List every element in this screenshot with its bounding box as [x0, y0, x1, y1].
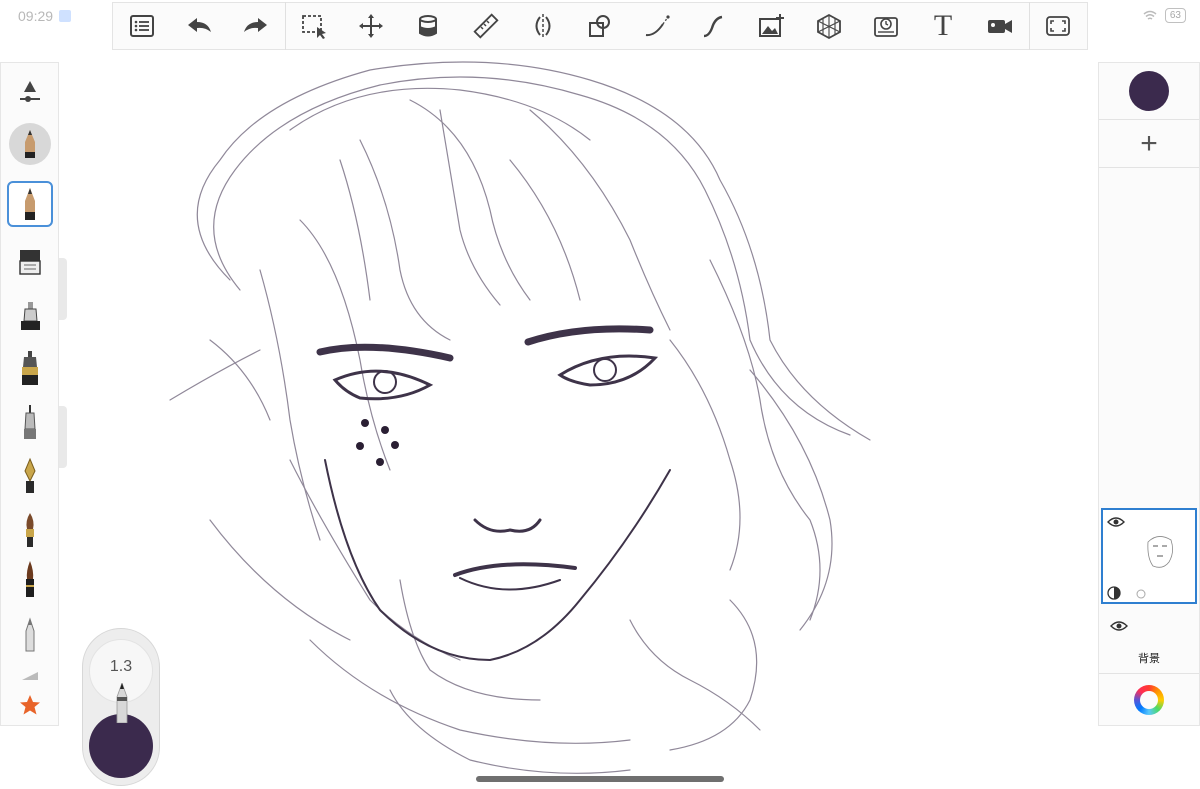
- status-bar-left: 09:29: [18, 8, 72, 24]
- perspective-grid-icon: [816, 13, 841, 40]
- divider: [1099, 673, 1199, 674]
- curve-icon: [645, 15, 670, 37]
- star-icon: [20, 695, 40, 715]
- fountain-pen-tool[interactable]: [7, 453, 53, 499]
- fill-bucket-icon: [419, 15, 438, 37]
- brush-puck[interactable]: 1.3: [82, 628, 160, 786]
- favorites-button[interactable]: [7, 687, 53, 723]
- color-wheel-icon[interactable]: [1134, 685, 1164, 715]
- paintbrush-icon: [26, 513, 34, 547]
- brush-color-swatch[interactable]: [89, 714, 153, 778]
- undo-icon: [187, 18, 211, 32]
- panel-drag-handle[interactable]: [59, 258, 67, 320]
- pencil-icon: [25, 130, 35, 158]
- divider: [1099, 119, 1199, 120]
- chalk-tool[interactable]: [7, 613, 53, 659]
- battery-indicator: 63: [1164, 8, 1186, 23]
- drawing-canvas[interactable]: [110, 40, 990, 780]
- wifi-icon: [1143, 10, 1157, 20]
- chalk-icon: [25, 617, 35, 652]
- stroke-icon: [704, 15, 723, 38]
- fullscreen-icon: [1046, 16, 1071, 36]
- shapes-icon: [588, 15, 610, 37]
- layer-background[interactable]: 背景: [1099, 608, 1199, 674]
- layer-options-icon[interactable]: [1135, 588, 1147, 600]
- brush-settings-button[interactable]: [7, 69, 53, 115]
- freckles: [356, 419, 399, 466]
- ink-pen-icon: [22, 351, 38, 385]
- marker-tool[interactable]: [7, 293, 53, 339]
- add-layer-button[interactable]: +: [1099, 121, 1199, 167]
- status-time: 09:29: [18, 8, 54, 24]
- airbrush-icon: [26, 561, 34, 597]
- list-icon: [129, 15, 154, 37]
- pencil-nib-icon: [116, 683, 128, 723]
- brush-size-value: 1.3: [109, 658, 133, 675]
- current-color-button[interactable]: [1129, 71, 1169, 111]
- pencil-icon: [25, 188, 35, 220]
- pencil-tip-icon: [22, 672, 38, 680]
- technical-pen-icon: [24, 405, 36, 439]
- pencil-preview[interactable]: [7, 121, 53, 167]
- redo-icon: [243, 18, 267, 32]
- ink-pen-tool[interactable]: [7, 345, 53, 391]
- timelapse-icon: [873, 17, 898, 37]
- fullscreen-button[interactable]: [1030, 3, 1087, 49]
- paintbrush-tool[interactable]: [7, 507, 53, 553]
- eye-icon[interactable]: [1107, 516, 1125, 528]
- move-icon: [359, 14, 384, 38]
- notification-icon: [59, 10, 72, 22]
- selection-icon: [302, 15, 327, 39]
- layer-preview: [1147, 536, 1173, 568]
- tool-panel: [0, 62, 59, 726]
- more-tools-hint[interactable]: [7, 667, 53, 683]
- eraser-tool[interactable]: [7, 239, 53, 285]
- video-icon: [988, 20, 1013, 33]
- pencil-preview-bg: [9, 123, 51, 165]
- airbrush-tool[interactable]: [7, 557, 53, 603]
- eye-icon[interactable]: [1110, 620, 1128, 632]
- panel-drag-handle[interactable]: [59, 406, 67, 468]
- plus-icon: +: [1140, 127, 1158, 160]
- slider-icon: [20, 81, 40, 102]
- layer-name: 背景: [1138, 653, 1160, 665]
- fountain-pen-icon: [24, 457, 36, 493]
- pencil-tool[interactable]: [7, 181, 53, 227]
- status-bar-right: 63: [1143, 8, 1186, 23]
- ruler-icon: [473, 13, 499, 39]
- technical-pen-tool[interactable]: [7, 399, 53, 445]
- marker-icon: [21, 302, 40, 330]
- image-add-icon: [759, 14, 785, 37]
- eraser-icon: [19, 250, 41, 275]
- divider: [1099, 167, 1199, 168]
- home-indicator[interactable]: [476, 776, 724, 782]
- text-icon: T: [933, 9, 953, 42]
- layer-thumbnail-active[interactable]: [1101, 508, 1197, 604]
- blend-mode-icon[interactable]: [1107, 586, 1121, 600]
- layers-panel: + 背景: [1098, 62, 1200, 726]
- symmetry-icon: [535, 14, 551, 38]
